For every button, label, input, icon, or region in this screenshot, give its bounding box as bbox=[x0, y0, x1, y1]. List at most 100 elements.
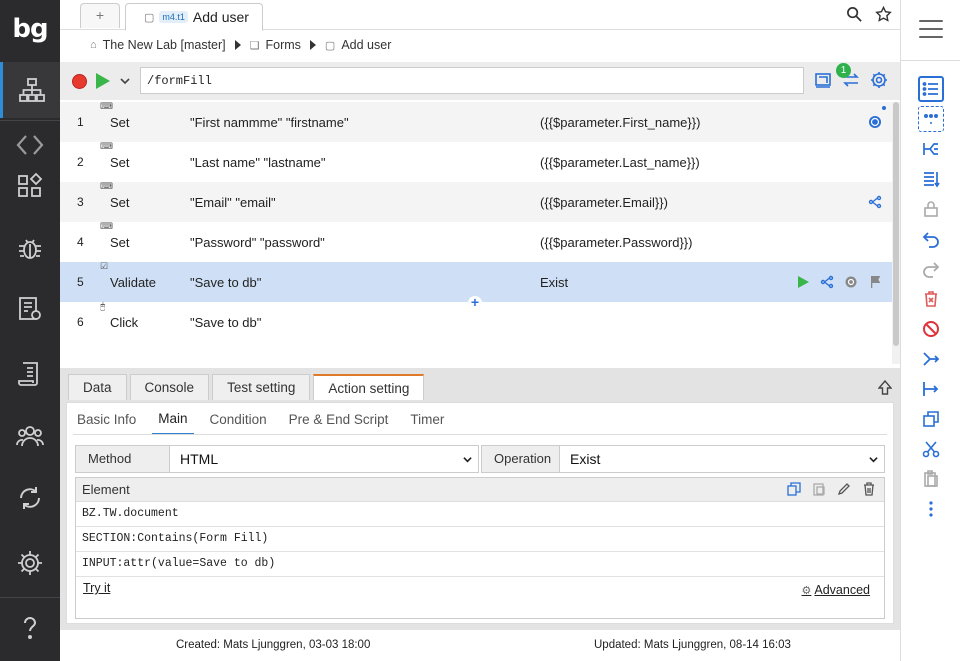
step-number: 5 bbox=[77, 275, 84, 289]
mouse-icon: 🖰 bbox=[100, 300, 106, 311]
tab-test-setting[interactable]: Test setting bbox=[212, 374, 311, 400]
step-target: "Save to db" bbox=[190, 314, 262, 330]
table-row[interactable]: 2 ⌨ Set "Last name" "lastname" ({{$parame… bbox=[60, 140, 892, 182]
step-target: "First nammme" "firstname" bbox=[190, 114, 349, 130]
sidebar-item-scripts[interactable] bbox=[0, 346, 60, 402]
share-icon[interactable] bbox=[820, 275, 834, 289]
copy-button[interactable] bbox=[918, 406, 944, 432]
tab-action-setting[interactable]: Action setting bbox=[313, 374, 425, 400]
breadcrumb-project[interactable]: The New Lab [master] bbox=[103, 38, 226, 52]
step-action: 🖰 Click bbox=[100, 300, 139, 330]
top-icons bbox=[846, 6, 892, 23]
block-icon bbox=[923, 321, 939, 337]
undo-button[interactable] bbox=[918, 226, 944, 252]
code-brackets-icon bbox=[16, 135, 44, 155]
dots-group-icon bbox=[924, 114, 938, 124]
group-button[interactable] bbox=[918, 106, 944, 132]
bottom-panel: Data Console Test setting Action setting… bbox=[60, 368, 900, 630]
delete-button[interactable] bbox=[918, 286, 944, 312]
app-root: bg + ▢ m4.t1 Add user ⌂ The New Lab [mas… bbox=[0, 0, 960, 661]
new-tab-button[interactable]: + bbox=[80, 3, 120, 28]
merge-button[interactable] bbox=[918, 346, 944, 372]
sidebar-item-reports[interactable] bbox=[0, 281, 60, 337]
search-icon[interactable] bbox=[846, 6, 863, 23]
record-button[interactable] bbox=[72, 73, 87, 89]
advanced-link[interactable]: ⚙ Advanced bbox=[802, 583, 870, 597]
timer-icon[interactable] bbox=[844, 275, 858, 289]
sort-button[interactable] bbox=[918, 166, 944, 192]
cut-button[interactable] bbox=[918, 436, 944, 462]
edit-icon[interactable] bbox=[837, 482, 851, 496]
branch-button[interactable] bbox=[918, 136, 944, 162]
play-icon[interactable] bbox=[796, 275, 810, 289]
subtab-pre-end-script[interactable]: Pre & End Script bbox=[289, 412, 389, 427]
timer-icon[interactable] bbox=[868, 115, 882, 129]
operation-select[interactable]: Exist bbox=[560, 446, 884, 472]
users-icon bbox=[16, 426, 44, 447]
branch-icon bbox=[923, 143, 938, 155]
menu-icon[interactable] bbox=[919, 20, 943, 40]
table-row[interactable]: 3 ⌨ Set "Email" "email" ({{$parameter.Ema… bbox=[60, 181, 892, 222]
gear-icon[interactable] bbox=[870, 71, 888, 89]
subtab-condition[interactable]: Condition bbox=[210, 412, 267, 427]
element-line[interactable]: SECTION:Contains(Form Fill) bbox=[76, 527, 884, 552]
redo-button[interactable] bbox=[918, 256, 944, 282]
subtab-timer[interactable]: Timer bbox=[410, 412, 444, 427]
footer: Created: Mats Ljunggren, 03-03 18:00 Upd… bbox=[60, 630, 900, 661]
app-logo[interactable]: bg bbox=[0, 0, 60, 58]
sidebar-item-bugs[interactable] bbox=[0, 220, 60, 276]
breadcrumb-page: Add user bbox=[341, 38, 392, 52]
trash-icon[interactable] bbox=[862, 482, 876, 496]
play-button[interactable] bbox=[96, 73, 110, 89]
scrollbar-thumb[interactable] bbox=[893, 102, 899, 346]
sidebar-item-components[interactable] bbox=[0, 158, 60, 214]
sidebar-item-users[interactable] bbox=[0, 408, 60, 464]
element-box: Element BZ.TW.document SECTION:Contains(… bbox=[75, 477, 885, 619]
share-icon[interactable] bbox=[868, 195, 882, 209]
chevron-down-icon[interactable] bbox=[120, 76, 130, 86]
sidebar-item-settings[interactable] bbox=[0, 535, 60, 591]
window-icon[interactable] bbox=[814, 71, 832, 89]
paste-icon[interactable] bbox=[812, 482, 826, 496]
paste-button[interactable] bbox=[918, 466, 944, 492]
tab-console[interactable]: Console bbox=[129, 374, 210, 400]
sidebar-item-structure[interactable] bbox=[0, 62, 60, 118]
step-action: ⌨ Set bbox=[100, 140, 130, 170]
list-view-button[interactable] bbox=[918, 76, 944, 102]
undo-icon bbox=[922, 232, 939, 248]
try-it-link[interactable]: Try it bbox=[83, 581, 110, 595]
subtab-main[interactable]: Main bbox=[152, 404, 194, 435]
table-row[interactable]: 1 ⌨ Set "First nammme" "firstname" ({{$pa… bbox=[60, 101, 892, 142]
collapse-up-icon[interactable] bbox=[878, 380, 892, 396]
paste-icon bbox=[924, 470, 938, 487]
command-input[interactable]: /formFill bbox=[140, 67, 804, 94]
sync-button[interactable]: 1 bbox=[836, 63, 860, 89]
element-line[interactable]: BZ.TW.document bbox=[76, 502, 884, 527]
lock-button[interactable] bbox=[918, 196, 944, 222]
method-select[interactable]: HTML bbox=[170, 446, 478, 472]
disable-button[interactable] bbox=[918, 316, 944, 342]
element-line[interactable]: INPUT:attr(value=Save to db) bbox=[76, 552, 884, 577]
breadcrumb-separator-icon bbox=[234, 40, 241, 50]
steps-table: 1 ⌨ Set "First nammme" "firstname" ({{$pa… bbox=[60, 101, 892, 364]
flag-icon[interactable] bbox=[868, 275, 882, 289]
move-button[interactable] bbox=[918, 376, 944, 402]
tab-add-user[interactable]: ▢ m4.t1 Add user bbox=[125, 3, 263, 31]
element-footer: Try it ⚙ Advanced bbox=[76, 577, 884, 607]
tab-data[interactable]: Data bbox=[68, 374, 127, 400]
more-button[interactable] bbox=[918, 496, 944, 522]
sub-tabs: Basic Info Main Condition Pre & End Scri… bbox=[77, 403, 444, 435]
step-target: "Email" "email" bbox=[190, 194, 276, 210]
star-icon[interactable] bbox=[875, 6, 892, 23]
sidebar-item-sync[interactable] bbox=[0, 470, 60, 526]
subtab-basic-info[interactable]: Basic Info bbox=[77, 412, 136, 427]
report-bug-icon bbox=[19, 297, 41, 320]
breadcrumb-folder[interactable]: Forms bbox=[266, 38, 301, 52]
add-step-button[interactable]: + bbox=[468, 295, 482, 310]
gear-icon: ⚙ bbox=[801, 585, 812, 597]
sidebar-item-help[interactable] bbox=[0, 600, 60, 656]
copy-icon[interactable] bbox=[787, 482, 801, 496]
steps-scrollbar[interactable] bbox=[892, 102, 900, 364]
table-row[interactable]: 4 ⌨ Set "Password" "password" ({{$paramet… bbox=[60, 221, 892, 262]
home-icon: ⌂ bbox=[90, 39, 97, 51]
